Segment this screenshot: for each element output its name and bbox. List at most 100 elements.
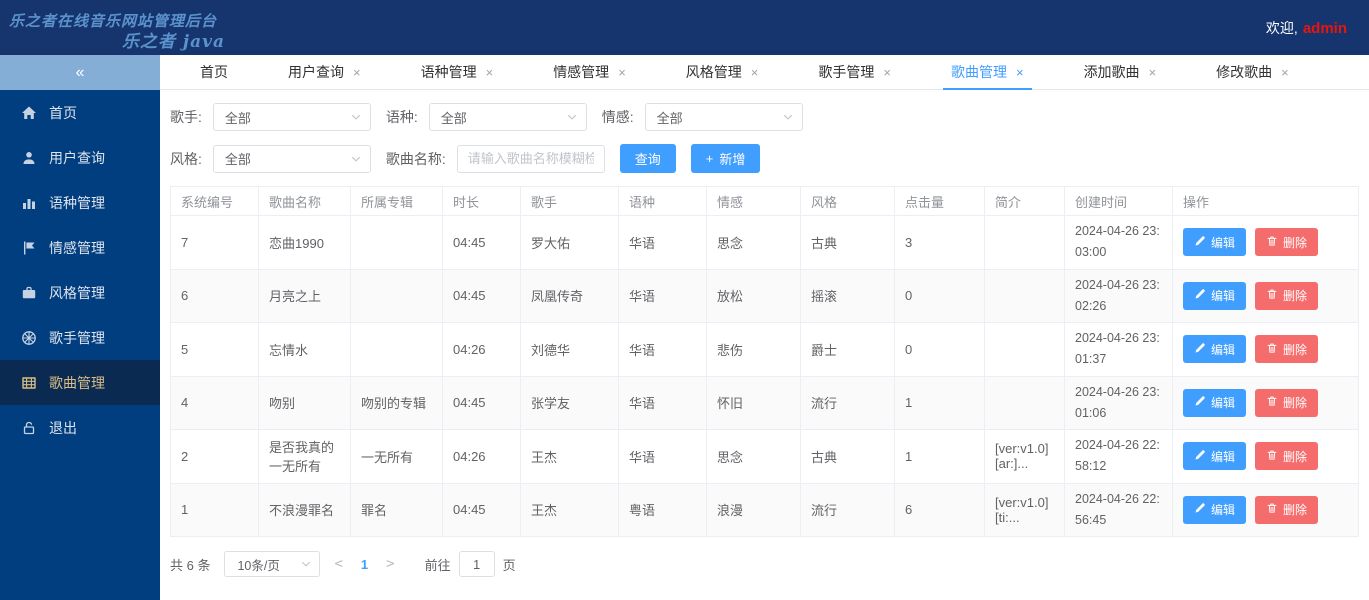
goto-label: 前往: [424, 557, 451, 573]
next-page-icon[interactable]: >: [386, 556, 394, 572]
tab-label: 歌曲管理: [950, 64, 1007, 80]
close-icon[interactable]: ×: [751, 65, 759, 80]
song-name-label: 歌曲名称:: [385, 150, 446, 167]
sidebar-collapse-button[interactable]: «: [0, 55, 160, 90]
cell-language: 华语: [618, 215, 707, 270]
cell-actions: 编辑 删除: [1172, 429, 1359, 484]
cell-emotion: 思念: [706, 429, 801, 484]
edit-button[interactable]: 编辑: [1183, 495, 1247, 524]
pencil-icon: [1194, 235, 1206, 250]
cell-emotion: 放松: [706, 268, 801, 323]
trash-icon: [1266, 395, 1278, 410]
table-row: 1 不浪漫罪名 罪名 04:45 王杰 粤语 浪漫 流行 6 [ver:v1.0…: [170, 482, 1359, 537]
tab[interactable]: 歌曲管理 ×: [921, 55, 1054, 90]
cell-singer: 王杰: [520, 482, 619, 537]
edit-button[interactable]: 编辑: [1183, 335, 1247, 364]
chevron-down-icon: [566, 111, 578, 123]
chevron-down-icon: [350, 111, 362, 123]
tab[interactable]: 首页: [170, 55, 258, 89]
cell-style: 爵士: [800, 322, 895, 377]
welcome-prefix: 欢迎,: [1265, 20, 1298, 36]
tab[interactable]: 情感管理 ×: [523, 55, 656, 89]
edit-button[interactable]: 编辑: [1183, 442, 1247, 471]
emotion-select[interactable]: 全部: [644, 103, 803, 131]
language-select[interactable]: 全部: [428, 103, 587, 131]
username[interactable]: admin: [1303, 20, 1347, 37]
close-icon[interactable]: ×: [1281, 65, 1289, 80]
cell-style: 古典: [800, 429, 895, 484]
close-icon[interactable]: ×: [1016, 65, 1024, 80]
tab-label: 语种管理: [420, 64, 477, 80]
cell-actions: 编辑 删除: [1172, 268, 1359, 323]
cell-duration: 04:45: [442, 482, 521, 537]
cell-style: 摇滚: [800, 268, 895, 323]
lock-icon: [21, 420, 37, 436]
search-button[interactable]: 查询: [619, 144, 676, 173]
close-icon[interactable]: ×: [353, 65, 361, 80]
singer-select[interactable]: 全部: [212, 103, 371, 131]
cell-duration: 04:26: [442, 322, 521, 377]
sidebar-item-briefcase[interactable]: 风格管理: [0, 270, 160, 315]
cell-album: 罪名: [350, 482, 443, 537]
chevron-down-icon: [350, 153, 362, 165]
delete-button[interactable]: 删除: [1255, 442, 1319, 471]
page-size-select[interactable]: 10条/页: [224, 551, 321, 577]
sidebar-item-wheel[interactable]: 歌手管理: [0, 315, 160, 360]
cell-song-name: 不浪漫罪名: [258, 482, 351, 537]
home-icon: [21, 105, 37, 121]
sidebar-item-film[interactable]: 歌曲管理: [0, 360, 160, 405]
cell-language: 华语: [618, 429, 707, 484]
sidebar-item-flag[interactable]: 情感管理: [0, 225, 160, 270]
edit-button[interactable]: 编辑: [1183, 228, 1247, 257]
cell-intro: [984, 375, 1065, 430]
delete-button[interactable]: 删除: [1255, 281, 1319, 310]
add-button[interactable]: + 新增: [690, 144, 761, 173]
cell-intro: [ver:v1.0] [ar:]...: [984, 429, 1065, 484]
column-header: 情感: [706, 186, 801, 216]
briefcase-icon: [21, 285, 37, 301]
delete-button[interactable]: 删除: [1255, 388, 1319, 417]
delete-button[interactable]: 删除: [1255, 335, 1319, 364]
cell-emotion: 悲伤: [706, 322, 801, 377]
tab[interactable]: 风格管理 ×: [656, 55, 789, 89]
close-icon[interactable]: ×: [618, 65, 626, 80]
delete-button[interactable]: 删除: [1255, 228, 1319, 257]
sidebar-item-user[interactable]: 用户查询: [0, 135, 160, 180]
column-header: 时长: [442, 186, 521, 216]
film-icon: [21, 375, 37, 391]
cell-style: 古典: [800, 215, 895, 270]
tab-label: 首页: [200, 64, 228, 80]
tab[interactable]: 语种管理 ×: [391, 55, 524, 89]
edit-button[interactable]: 编辑: [1183, 388, 1247, 417]
sidebar: « 首页 用户查询 语种管理 情感管理 风格管理 歌手管理 歌曲管理 退出: [0, 55, 160, 600]
tab[interactable]: 用户查询 ×: [258, 55, 391, 89]
tab[interactable]: 添加歌曲 ×: [1054, 55, 1187, 89]
language-filter-label: 语种:: [385, 109, 418, 125]
delete-button[interactable]: 删除: [1255, 495, 1319, 524]
filter-panel: 歌手: 全部 语种: 全部 情感: 全部 风格: 全部 歌曲名称: 请输入歌曲名…: [160, 90, 1369, 173]
tab-label: 歌手管理: [818, 64, 875, 80]
tab[interactable]: 修改歌曲 ×: [1186, 55, 1319, 89]
close-icon[interactable]: ×: [1149, 65, 1157, 80]
prev-page-icon[interactable]: <: [334, 556, 342, 572]
song-name-input[interactable]: [456, 144, 605, 173]
close-icon[interactable]: ×: [486, 65, 494, 80]
edit-button[interactable]: 编辑: [1183, 281, 1247, 310]
tab[interactable]: 歌手管理 ×: [788, 55, 921, 89]
current-page[interactable]: 1: [361, 557, 368, 572]
sidebar-item-lock[interactable]: 退出: [0, 405, 160, 450]
cell-system-id: 5: [170, 322, 259, 377]
style-select[interactable]: 全部: [212, 144, 371, 173]
sidebar-item-home[interactable]: 首页: [0, 90, 160, 135]
trash-icon: [1266, 288, 1278, 303]
cell-created: 2024-04-26 22:56:45: [1064, 482, 1173, 537]
close-icon[interactable]: ×: [883, 65, 891, 80]
goto-page-input[interactable]: [458, 551, 495, 577]
cell-system-id: 1: [170, 482, 259, 537]
column-header: 所属专辑: [350, 186, 443, 216]
sidebar-item-label: 首页: [49, 104, 77, 121]
sidebar-item-chart[interactable]: 语种管理: [0, 180, 160, 225]
cell-album: [350, 268, 443, 323]
main-content: 首页 用户查询 × 语种管理 × 情感管理 × 风格管理 × 歌手管理 × 歌曲…: [160, 55, 1369, 600]
column-header: 创建时间: [1064, 186, 1173, 216]
